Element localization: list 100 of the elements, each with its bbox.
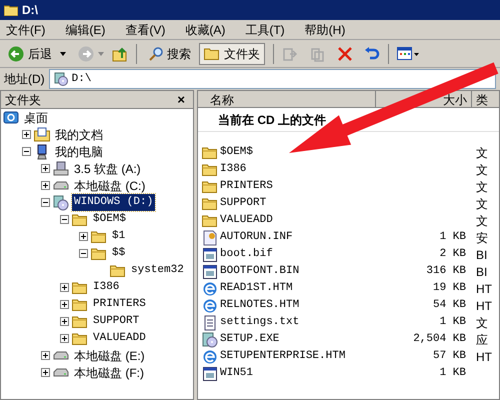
expander-icon[interactable] bbox=[60, 283, 69, 292]
file-name[interactable]: READ1ST.HTM bbox=[220, 280, 293, 297]
file-type: 文 bbox=[476, 162, 488, 176]
tree-item[interactable]: $$ bbox=[110, 245, 128, 262]
tree-item[interactable]: 我的电脑 bbox=[53, 142, 105, 160]
expander-icon[interactable] bbox=[79, 249, 88, 258]
folder-icon bbox=[91, 228, 107, 244]
file-name[interactable]: settings.txt bbox=[220, 314, 300, 331]
menu-item[interactable]: 查看(V) bbox=[123, 20, 168, 38]
file-name[interactable]: boot.bif bbox=[220, 246, 273, 263]
folder-icon bbox=[72, 296, 88, 312]
column-header[interactable]: 名称 bbox=[198, 91, 376, 108]
tree-item[interactable]: WINDOWS (D:) bbox=[72, 194, 156, 211]
views-icon[interactable] bbox=[397, 46, 419, 60]
file-size: 316 KB bbox=[426, 265, 466, 278]
expander-icon[interactable] bbox=[41, 198, 50, 207]
web-page-icon bbox=[202, 348, 218, 364]
file-name[interactable]: AUTORUN.INF bbox=[220, 229, 293, 246]
search-button[interactable]: 搜索 bbox=[145, 42, 195, 64]
tree-item[interactable]: 本地磁盘 (C:) bbox=[72, 176, 148, 194]
tree-item[interactable]: $1 bbox=[110, 228, 128, 245]
expander-icon[interactable] bbox=[41, 351, 50, 360]
window-file-icon bbox=[202, 246, 218, 262]
tree-item[interactable]: 本地磁盘 (F:) bbox=[72, 364, 146, 382]
file-name[interactable]: SETUPENTERPRISE.HTM bbox=[220, 348, 346, 365]
file-name[interactable]: BOOTFONT.BIN bbox=[220, 263, 300, 280]
settings-file-icon bbox=[202, 230, 218, 246]
file-size: 1 KB bbox=[440, 316, 466, 328]
folder-icon bbox=[72, 212, 88, 228]
expander-icon[interactable] bbox=[41, 181, 50, 190]
tree-item[interactable]: 3.5 软盘 (A:) bbox=[72, 160, 143, 178]
folder-icon bbox=[202, 196, 218, 212]
dropdown-caret-icon[interactable] bbox=[60, 52, 66, 56]
tree-item[interactable]: 我的文档 bbox=[53, 126, 105, 144]
expander-icon[interactable] bbox=[60, 215, 69, 224]
expander-icon[interactable] bbox=[79, 232, 88, 241]
menu-item[interactable]: 文件(F) bbox=[4, 20, 48, 38]
column-header[interactable]: 类 bbox=[472, 91, 499, 108]
expander-icon[interactable] bbox=[41, 164, 50, 173]
cd-drive-icon bbox=[54, 72, 68, 86]
menu-item[interactable]: 编辑(E) bbox=[63, 20, 108, 38]
file-name[interactable]: VALUEADD bbox=[220, 212, 273, 229]
text-file-icon bbox=[202, 314, 218, 330]
expander-icon[interactable] bbox=[41, 368, 50, 377]
folder-icon bbox=[91, 246, 107, 262]
file-type: HT bbox=[476, 282, 492, 296]
tree-item[interactable]: PRINTERS bbox=[91, 296, 148, 313]
file-type: HT bbox=[476, 350, 492, 364]
expander-icon[interactable] bbox=[22, 147, 31, 156]
address-field[interactable]: D:\ bbox=[48, 69, 496, 89]
menu-item[interactable]: 工具(T) bbox=[243, 20, 287, 38]
file-name[interactable]: WIN51 bbox=[220, 365, 254, 382]
tree-item[interactable]: system32 bbox=[129, 262, 186, 279]
window-title: D:\ bbox=[22, 2, 38, 19]
expander-icon[interactable] bbox=[60, 300, 69, 309]
expander-icon[interactable] bbox=[60, 317, 69, 326]
tree-item[interactable]: VALUEADD bbox=[91, 330, 148, 347]
file-name[interactable]: I386 bbox=[220, 161, 246, 178]
file-name[interactable]: $OEM$ bbox=[220, 144, 254, 161]
back-button[interactable]: 后退 bbox=[4, 42, 56, 64]
folder-icon bbox=[72, 280, 88, 296]
window-file-icon bbox=[202, 264, 218, 280]
close-button[interactable]: × bbox=[173, 93, 189, 106]
tree-item[interactable]: 本地磁盘 (E:) bbox=[72, 346, 147, 364]
address-label: 地址(D) bbox=[4, 71, 45, 88]
file-name[interactable]: SUPPORT bbox=[220, 195, 266, 212]
file-type: 文 bbox=[476, 146, 488, 160]
undo-icon[interactable] bbox=[364, 46, 380, 62]
expander-icon[interactable] bbox=[60, 334, 69, 343]
pane-title: 文件夹 bbox=[5, 92, 41, 108]
file-name[interactable]: PRINTERS bbox=[220, 178, 273, 195]
folder-icon bbox=[204, 47, 220, 60]
file-type: 文 bbox=[476, 180, 488, 194]
folder-icon bbox=[202, 178, 218, 194]
expander-icon[interactable] bbox=[22, 130, 31, 139]
file-size: 57 KB bbox=[432, 350, 466, 362]
file-size: 2 KB bbox=[440, 248, 466, 260]
desktop-icon bbox=[3, 110, 19, 126]
file-name[interactable]: SETUP.EXE bbox=[220, 331, 280, 348]
tree-item[interactable]: SUPPORT bbox=[91, 313, 142, 330]
menu-item[interactable]: 收藏(A) bbox=[183, 20, 228, 38]
file-type: 文 bbox=[476, 316, 488, 330]
file-size: 19 KB bbox=[432, 282, 466, 294]
up-folder-icon[interactable] bbox=[112, 46, 128, 62]
tree-item[interactable]: I386 bbox=[91, 279, 122, 296]
file-size: 1 KB bbox=[440, 231, 466, 244]
file-size: 2,504 KB bbox=[413, 333, 466, 346]
tree-item[interactable]: 桌面 bbox=[22, 108, 50, 126]
folder-icon bbox=[202, 162, 218, 178]
search-icon bbox=[149, 46, 163, 60]
tree-item[interactable]: $OEM$ bbox=[91, 211, 128, 228]
file-type: 安 bbox=[476, 230, 488, 244]
folder-icon bbox=[72, 330, 88, 346]
delete-icon[interactable] bbox=[338, 46, 352, 60]
file-type: 文 bbox=[476, 196, 488, 210]
floppy-drive-icon bbox=[53, 160, 69, 176]
folder-icon bbox=[4, 4, 18, 16]
menu-item[interactable]: 帮助(H) bbox=[302, 20, 348, 38]
file-name[interactable]: RELNOTES.HTM bbox=[220, 297, 300, 314]
folders-button[interactable]: 文件夹 bbox=[199, 42, 265, 64]
